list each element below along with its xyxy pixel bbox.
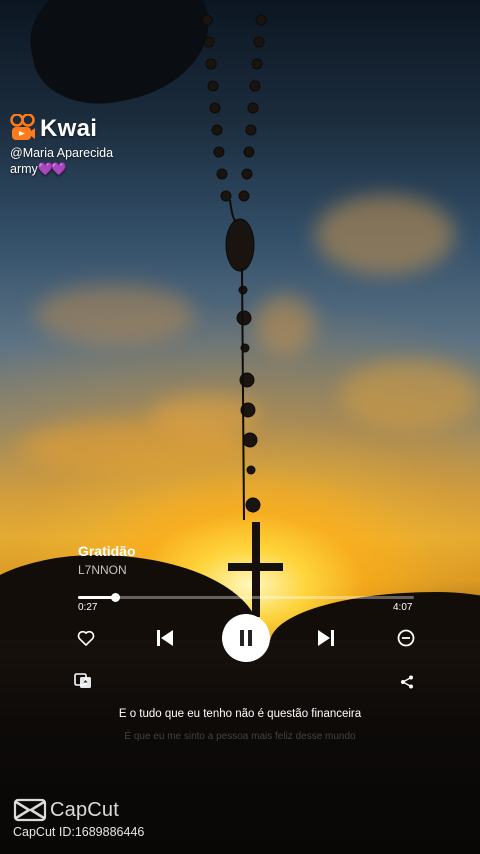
pause-button[interactable] (222, 614, 270, 662)
progress-knob[interactable] (110, 593, 120, 602)
song-artist: L7NNON (78, 563, 127, 577)
template-button[interactable] (73, 671, 93, 691)
rosary (201, 14, 283, 617)
like-button[interactable] (74, 626, 98, 650)
share-icon (401, 675, 413, 689)
lyric-next: É que eu me sinto a pessoa mais feliz de… (124, 731, 356, 742)
kwai-watermark: Kwai @Maria Aparecida army💜💜 (10, 114, 113, 177)
next-button[interactable] (314, 626, 338, 650)
current-time: 0:27 (78, 602, 98, 613)
capcut-brand: CapCut (50, 798, 120, 821)
capcut-watermark: CapCut (13, 798, 119, 822)
skip-previous-icon (157, 630, 173, 646)
minus-circle-icon (397, 629, 415, 647)
user-subtitle: army💜💜 (10, 162, 113, 177)
song-title: Gratidão (78, 543, 136, 559)
heart-icon (77, 630, 95, 646)
template-icon (74, 673, 91, 688)
remove-button[interactable] (394, 626, 418, 650)
kwai-logo-icon (10, 114, 35, 140)
lyric-current: E o tudo que eu tenho não é questão fina… (118, 708, 362, 720)
capcut-id: CapCut ID:1689886446 (13, 825, 145, 839)
previous-button[interactable] (153, 626, 177, 650)
purple-hearts: 💜💜 (37, 162, 67, 176)
progress-bar[interactable] (78, 593, 414, 602)
total-time: 4:07 (393, 602, 413, 613)
progress-fill (78, 596, 115, 599)
skip-next-icon (318, 630, 334, 646)
pause-icon (240, 630, 252, 646)
share-button[interactable] (398, 673, 416, 691)
user-handle: @Maria Aparecida (10, 146, 114, 160)
capcut-logo-icon (13, 798, 47, 822)
kwai-brand: Kwai (40, 115, 98, 142)
user-subtitle-text: army (10, 162, 38, 176)
